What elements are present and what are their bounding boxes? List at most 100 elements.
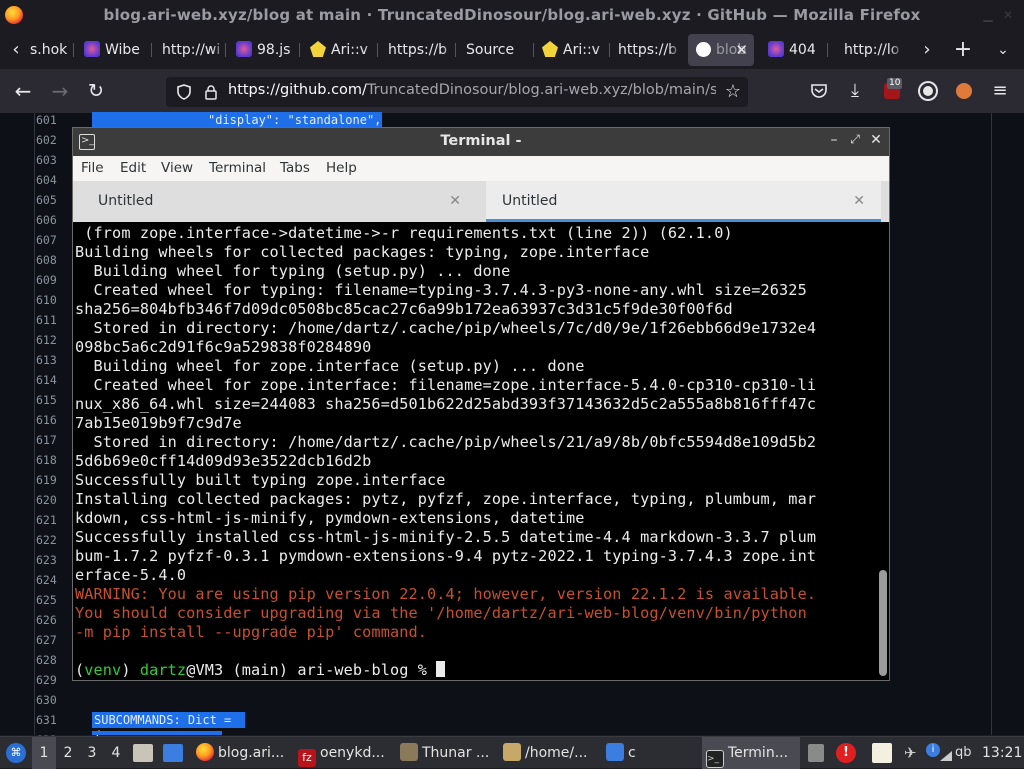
close-icon[interactable]: ✕ — [867, 132, 885, 148]
terminal-scrollbar-thumb[interactable] — [879, 570, 887, 676]
app-menu-icon[interactable]: ≡ — [987, 76, 1013, 106]
clock[interactable]: 13:21 — [982, 737, 1022, 769]
line-number[interactable]: 616 — [36, 413, 74, 427]
line-number[interactable]: 626 — [36, 613, 74, 627]
tabs-scroll-left-icon[interactable]: ‹ — [3, 35, 29, 65]
url-bar[interactable]: https://github.com/TruncatedDinosour/blo… — [166, 77, 748, 107]
line-number[interactable]: 617 — [36, 433, 74, 447]
line-number[interactable]: 628 — [36, 653, 74, 667]
alert-icon[interactable]: ! — [836, 743, 856, 763]
line-number[interactable]: 621 — [36, 513, 74, 527]
line-number[interactable]: 619 — [36, 473, 74, 487]
menu-edit[interactable]: Edit — [120, 160, 146, 176]
browser-tab[interactable]: 404 — [768, 34, 828, 66]
line-number[interactable]: 620 — [36, 493, 74, 507]
line-number[interactable]: 602 — [36, 133, 74, 147]
line-number[interactable]: 610 — [36, 293, 74, 307]
taskbar-item-terminal[interactable]: >_ Termin... — [702, 737, 800, 769]
menu-tabs[interactable]: Tabs — [280, 160, 310, 176]
start-menu-icon[interactable]: ⌘ — [6, 743, 26, 763]
line-number[interactable]: 612 — [36, 333, 74, 347]
url-text[interactable]: https://github.com/TruncatedDinosour/blo… — [228, 82, 716, 98]
taskbar-item-window[interactable]: c — [606, 737, 696, 769]
close-tab-icon[interactable]: ✕ — [853, 181, 865, 221]
line-number[interactable]: 607 — [36, 233, 74, 247]
shield-icon[interactable] — [176, 84, 192, 100]
maximize-icon[interactable]: ⤢ — [846, 132, 864, 147]
line-number[interactable]: 625 — [36, 593, 74, 607]
line-number[interactable]: 606 — [36, 213, 74, 227]
browser-tab[interactable]: Source — [466, 34, 534, 66]
back-arrow-icon[interactable]: ← — [10, 76, 36, 106]
lock-icon[interactable] — [204, 84, 218, 100]
line-number[interactable]: 631 — [36, 713, 74, 727]
browser-tab[interactable]: Wibe — [84, 34, 152, 66]
browser-tab[interactable]: http://lo — [844, 34, 904, 66]
info-icon[interactable]: i — [926, 743, 940, 757]
forward-arrow-icon[interactable]: → — [47, 76, 73, 106]
network-signal-icon[interactable] — [940, 751, 952, 761]
line-number[interactable]: 630 — [36, 693, 74, 707]
browser-tab[interactable]: https://b — [618, 34, 682, 66]
line-number[interactable]: 622 — [36, 533, 74, 547]
line-number[interactable]: 629 — [36, 673, 74, 687]
minimize-window-icon[interactable]: ▁ — [978, 5, 998, 25]
line-number[interactable]: 605 — [36, 193, 74, 207]
line-number[interactable]: 613 — [36, 353, 74, 367]
close-tab-icon[interactable]: ✕ — [449, 181, 461, 221]
workspace-2[interactable]: 2 — [56, 737, 80, 769]
line-number[interactable]: 608 — [36, 253, 74, 267]
taskbar-item-folder[interactable]: /home/... — [503, 737, 599, 769]
menu-terminal[interactable]: Terminal — [209, 160, 266, 176]
browser-tab[interactable]: https://b — [388, 34, 456, 66]
line-number[interactable]: 601 — [36, 113, 74, 127]
line-number[interactable]: 618 — [36, 453, 74, 467]
taskbar-item-filezilla[interactable]: fz oenykd... — [298, 737, 394, 769]
pocket-icon[interactable] — [810, 83, 828, 99]
menu-view[interactable]: View — [161, 160, 193, 176]
bookmark-star-icon[interactable]: ☆ — [720, 77, 746, 107]
notes-icon[interactable] — [872, 743, 892, 763]
line-number[interactable]: 603 — [36, 153, 74, 167]
downloads-icon[interactable]: ⤓ — [842, 76, 868, 106]
close-tab-icon[interactable]: ✕ — [735, 34, 748, 66]
browser-tab[interactable]: s.hok — [30, 34, 74, 66]
workspace-1[interactable]: 1 — [32, 737, 56, 769]
menu-file[interactable]: File — [81, 160, 104, 176]
browser-tab[interactable]: http://wi — [162, 34, 226, 66]
list-all-tabs-icon[interactable]: ⌄ — [990, 35, 1016, 65]
bluetooth-icon[interactable]: ✈ — [904, 744, 917, 762]
line-number[interactable]: 623 — [36, 553, 74, 567]
minimize-icon[interactable]: – — [825, 132, 843, 148]
code-line-selected[interactable]: "display": "standalone", — [92, 112, 382, 128]
terminal-titlebar[interactable]: >_ Terminal - – ⤢ ✕ — [73, 128, 889, 156]
keyboard-layout[interactable]: qb — [955, 737, 975, 769]
workspace-4[interactable]: 4 — [104, 737, 128, 769]
foxy-extension-icon[interactable] — [956, 83, 972, 99]
file-manager-launcher-icon[interactable] — [133, 744, 153, 762]
taskbar-item-firefox[interactable]: blog.ari... — [196, 737, 292, 769]
reload-icon[interactable]: ↻ — [83, 76, 109, 106]
line-number[interactable]: 614 — [36, 373, 74, 387]
terminal-output[interactable]: (from zope.interface->datetime->-r requi… — [75, 224, 875, 679]
menu-help[interactable]: Help — [326, 160, 357, 176]
terminal-tab[interactable]: Untitled ✕ — [73, 181, 485, 222]
terminal-tab-active[interactable]: Untitled ✕ — [486, 181, 881, 222]
browser-tab[interactable]: 98.js — [236, 34, 300, 66]
line-number[interactable]: 604 — [36, 173, 74, 187]
line-number[interactable]: 611 — [36, 313, 74, 327]
terminal-prompt[interactable]: (venv) dartz@VM3 (main) ari-web-blog % — [75, 661, 446, 679]
close-window-icon[interactable]: ✕ — [998, 5, 1018, 25]
line-number[interactable]: 627 — [36, 633, 74, 647]
taskbar-item-thunar[interactable]: Thunar ... — [400, 737, 496, 769]
code-line-selected[interactable]: SUBCOMMANDS: Dict = { — [92, 712, 245, 743]
line-number[interactable]: 609 — [36, 273, 74, 287]
privacy-extension-icon[interactable] — [920, 83, 936, 99]
browser-tab[interactable]: Ari::v — [310, 34, 378, 66]
desktop-launcher-icon[interactable] — [163, 744, 183, 762]
tabs-scroll-right-icon[interactable]: › — [914, 35, 940, 65]
clipboard-icon[interactable] — [808, 744, 824, 762]
new-tab-icon[interactable]: + — [950, 35, 976, 65]
browser-tab-active[interactable]: blob ✕ — [688, 34, 754, 66]
browser-tab[interactable]: Ari::v — [542, 34, 610, 66]
